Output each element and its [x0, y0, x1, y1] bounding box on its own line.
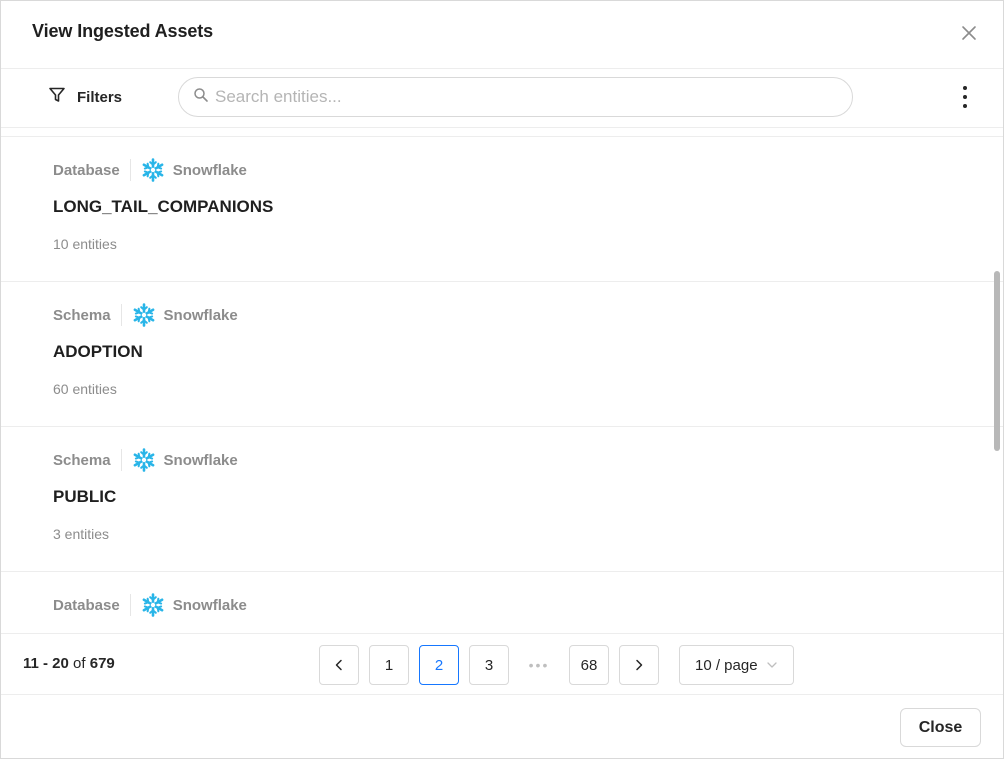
platform: Snowflake	[132, 303, 238, 327]
search-icon	[193, 87, 209, 108]
platform-name: Snowflake	[172, 596, 247, 614]
list-item[interactable]: Schema Snowflake ADOPTION 60 entities	[1, 282, 1003, 427]
entity-count: 10 entities	[53, 236, 117, 252]
more-vertical-icon[interactable]	[955, 83, 975, 111]
entity-name[interactable]: ADOPTION	[53, 342, 143, 362]
entity-type: Database	[53, 161, 120, 179]
platform-name: Snowflake	[163, 306, 238, 324]
chevron-down-icon	[766, 662, 777, 668]
snowflake-icon	[132, 303, 156, 327]
platform-name: Snowflake	[163, 451, 238, 469]
page-size-value: 10 / page	[695, 656, 758, 674]
modal-title: View Ingested Assets	[32, 21, 214, 41]
snowflake-icon	[141, 158, 165, 182]
meta-divider	[129, 594, 131, 616]
page-button-3[interactable]: 3	[469, 645, 509, 685]
list-item[interactable]: Database Snowflake	[1, 572, 1003, 633]
chevron-right-icon	[636, 659, 643, 671]
prev-page-button[interactable]	[319, 645, 359, 685]
entity-name[interactable]: PUBLIC	[53, 487, 116, 507]
pagination-range: 11 - 20 of 679	[23, 655, 115, 672]
list-item[interactable]: Schema Snowflake PUBLIC 3 entities	[1, 427, 1003, 572]
page-button-1[interactable]: 1	[369, 645, 409, 685]
entity-meta: Database Snowflake	[53, 593, 247, 617]
ingested-assets-modal: View Ingested Assets Filters Database	[0, 0, 1004, 759]
search-box[interactable]	[178, 77, 853, 117]
entity-type: Schema	[53, 306, 111, 324]
entity-name[interactable]: LONG_TAIL_COMPANIONS	[53, 197, 273, 217]
platform: Snowflake	[141, 593, 247, 617]
entity-type: Database	[53, 596, 120, 614]
range-of: of	[73, 655, 86, 672]
modal-header: View Ingested Assets	[1, 1, 1003, 69]
pagination: 11 - 20 of 679 1 2 3 ••• 68 10 / page	[1, 633, 1003, 695]
page-ellipsis[interactable]: •••	[519, 645, 559, 685]
platform-name: Snowflake	[172, 161, 247, 179]
close-button[interactable]: Close	[900, 708, 981, 747]
chevron-left-icon	[335, 659, 342, 671]
platform: Snowflake	[141, 158, 247, 182]
page-button-2[interactable]: 2	[419, 645, 459, 685]
search-input[interactable]	[215, 87, 852, 107]
entity-meta: Schema Snowflake	[53, 303, 238, 327]
list-item[interactable]: Database Snowflake LONG_TAIL_COMPANIONS …	[1, 137, 1003, 282]
page-button-68[interactable]: 68	[569, 645, 609, 685]
platform: Snowflake	[132, 448, 238, 472]
filter-icon	[47, 85, 67, 110]
entity-count: 3 entities	[53, 526, 110, 542]
meta-divider	[120, 304, 122, 326]
meta-divider	[120, 449, 122, 471]
search-toolbar: Filters	[1, 69, 1003, 127]
filters-button[interactable]: Filters	[47, 85, 122, 109]
next-page-button[interactable]	[619, 645, 659, 685]
page-size-select[interactable]: 10 / page	[679, 645, 794, 685]
scrollbar[interactable]	[992, 137, 1002, 631]
list-top-divider	[1, 128, 1003, 137]
scrollbar-thumb[interactable]	[994, 271, 1000, 451]
entity-list: Database Snowflake LONG_TAIL_COMPANIONS …	[1, 127, 1003, 633]
close-icon[interactable]	[957, 21, 981, 45]
entity-meta: Schema Snowflake	[53, 448, 238, 472]
snowflake-icon	[141, 593, 165, 617]
filters-label: Filters	[77, 88, 123, 106]
meta-divider	[129, 159, 131, 181]
entity-meta: Database Snowflake	[53, 158, 247, 182]
range-value: 11 - 20	[23, 655, 69, 672]
range-total: 679	[89, 655, 115, 672]
entity-type: Schema	[53, 451, 111, 469]
entity-count: 60 entities	[53, 381, 117, 397]
snowflake-icon	[132, 448, 156, 472]
